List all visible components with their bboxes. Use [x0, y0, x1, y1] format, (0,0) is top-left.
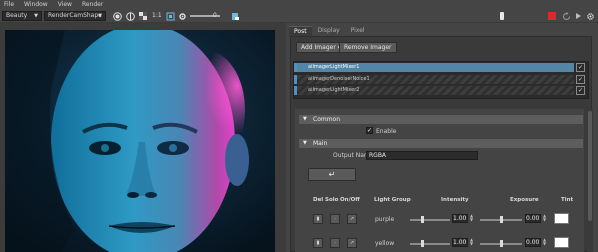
trash-icon: ▮ [316, 240, 320, 246]
region-icon[interactable] [125, 11, 135, 21]
imager-color-bar [294, 86, 297, 95]
light-group-name: yellow [375, 240, 395, 247]
tab-pixel[interactable]: Pixel [346, 26, 370, 36]
onoff-row-button[interactable]: ↗ [347, 238, 357, 248]
intensity-field[interactable]: 1.00 [452, 214, 468, 223]
solo-row-button[interactable]: · [330, 238, 340, 248]
col-header-intensity: Intensity [441, 197, 469, 203]
tab-post[interactable]: Post [289, 26, 312, 36]
trash-icon: ▮ [316, 216, 320, 222]
stop-render-icon[interactable] [548, 12, 556, 20]
exposure-slider-knob[interactable] [499, 216, 503, 223]
layer-dropdown-value: Beauty [6, 12, 28, 19]
camera-dropdown[interactable]: RenderCamShape ▼ [44, 11, 106, 21]
enable-label: Enable [376, 128, 397, 135]
imager-color-bar [294, 63, 297, 72]
refresh-icon[interactable] [561, 11, 571, 21]
menu-render[interactable]: Render [82, 1, 103, 8]
col-header-exposure: Exposure [510, 197, 539, 203]
exposure-value: 0 [213, 12, 217, 19]
render-viewport[interactable] [5, 30, 275, 252]
output-name-field[interactable]: RGBA [366, 151, 478, 160]
intensity-field[interactable]: 1.00 [452, 238, 468, 247]
collapse-triangle-icon: ▼ [303, 116, 307, 122]
layer-dropdown[interactable]: Beauty ▼ [2, 11, 42, 21]
tab-display[interactable]: Display [313, 26, 345, 36]
col-header-del: Del [313, 197, 324, 203]
frame-icon[interactable] [165, 11, 175, 21]
toggle-icon: ↗ [349, 216, 355, 222]
col-header-light-group: Light Group [374, 197, 411, 203]
exposure-slider-knob[interactable] [499, 12, 504, 20]
imager-toggle[interactable]: ✓ [576, 63, 585, 72]
intensity-slider[interactable] [410, 243, 450, 245]
exposure-field[interactable]: 0.00 [525, 238, 541, 247]
imager-toggle[interactable]: ✓ [576, 75, 585, 84]
col-header-solo: Solo [325, 197, 339, 203]
enable-checkbox[interactable]: ✓ [366, 127, 373, 134]
play-icon[interactable] [573, 11, 583, 21]
menu-bar: File Window View Render [0, 0, 598, 9]
onoff-row-button[interactable]: ↗ [347, 214, 357, 224]
add-imager-label: Add Imager [301, 44, 336, 51]
common-section-header[interactable]: ▼ Common [299, 115, 583, 124]
check-icon: ✓ [577, 64, 584, 71]
col-header-onoff: On/Off [340, 197, 360, 203]
render-image [5, 30, 275, 252]
toggle-icon: ↗ [349, 240, 355, 246]
arrow-icon: ↵ [328, 170, 336, 179]
imager-item[interactable]: aiImagerLightMixer2 [294, 86, 574, 95]
chevron-down-icon: ▼ [34, 13, 38, 19]
imager-color-bar [294, 75, 297, 84]
ratio-label[interactable]: 1:1 [152, 12, 162, 19]
imager-item-label: aiImagerDenoiserNoice1 [308, 76, 370, 82]
imager-item-label: aiImagerLightMixer2 [308, 87, 360, 93]
record-icon[interactable] [112, 11, 122, 21]
tint-swatch[interactable] [554, 237, 569, 248]
solo-row-button[interactable]: · [330, 214, 340, 224]
imager-toggle[interactable]: ✓ [576, 86, 585, 95]
snapshot-icon[interactable] [230, 11, 240, 21]
settings-icon[interactable] [177, 11, 187, 21]
gear-icon[interactable] [585, 11, 595, 21]
delete-row-button[interactable]: ▮ [313, 238, 323, 248]
main-section-label: Main [313, 140, 328, 147]
intensity-slider-knob[interactable] [421, 240, 425, 247]
solo-icon: · [334, 240, 336, 246]
exposure-field[interactable]: 0.00 [525, 214, 541, 223]
main-section-header[interactable]: ▼ Main [299, 139, 583, 148]
menu-file[interactable]: File [4, 1, 14, 8]
tint-swatch[interactable] [554, 213, 569, 224]
intensity-slider[interactable] [410, 219, 450, 221]
remove-imager-button[interactable]: Remove Imager [339, 42, 397, 53]
imager-item[interactable]: aiImagerDenoiserNoice1 [294, 75, 574, 84]
imager-item[interactable]: aiImagerLightMixer1 [294, 63, 574, 72]
delete-row-button[interactable]: ▮ [313, 214, 323, 224]
light-group-name: purple [375, 216, 395, 223]
insert-light-group-button[interactable]: ↵ [308, 168, 356, 181]
scrollbar-thumb[interactable] [588, 111, 592, 221]
check-icon: ✓ [367, 127, 373, 134]
panel-tabs: Post Display Pixel [289, 26, 371, 36]
check-icon: ✓ [577, 76, 584, 83]
intensity-slider-knob[interactable] [421, 216, 425, 223]
toolbar: Beauty ▼ RenderCamShape ▼ 1:1 0 [0, 9, 598, 23]
menu-view[interactable]: View [58, 1, 72, 8]
intensity-spinner[interactable]: ▲ ▼ [469, 238, 474, 247]
common-section-label: Common [313, 116, 341, 123]
menu-window[interactable]: Window [24, 1, 48, 8]
collapse-triangle-icon: ▼ [303, 140, 307, 146]
imager-item-label: aiImagerLightMixer1 [308, 64, 360, 70]
col-header-tint: Tint [561, 197, 574, 203]
checker-icon[interactable] [138, 11, 148, 21]
exposure-spinner[interactable]: ▲ ▼ [542, 214, 547, 223]
chevron-down-icon: ▼ [98, 13, 102, 19]
exposure-spinner[interactable]: ▲ ▼ [542, 238, 547, 247]
camera-dropdown-value: RenderCamShape [48, 12, 102, 19]
exposure-slider-knob[interactable] [500, 240, 503, 247]
attribute-scrollbar[interactable] [587, 109, 593, 252]
check-icon: ✓ [577, 87, 584, 94]
solo-icon: · [334, 216, 336, 222]
intensity-spinner[interactable]: ▲ ▼ [469, 214, 474, 223]
